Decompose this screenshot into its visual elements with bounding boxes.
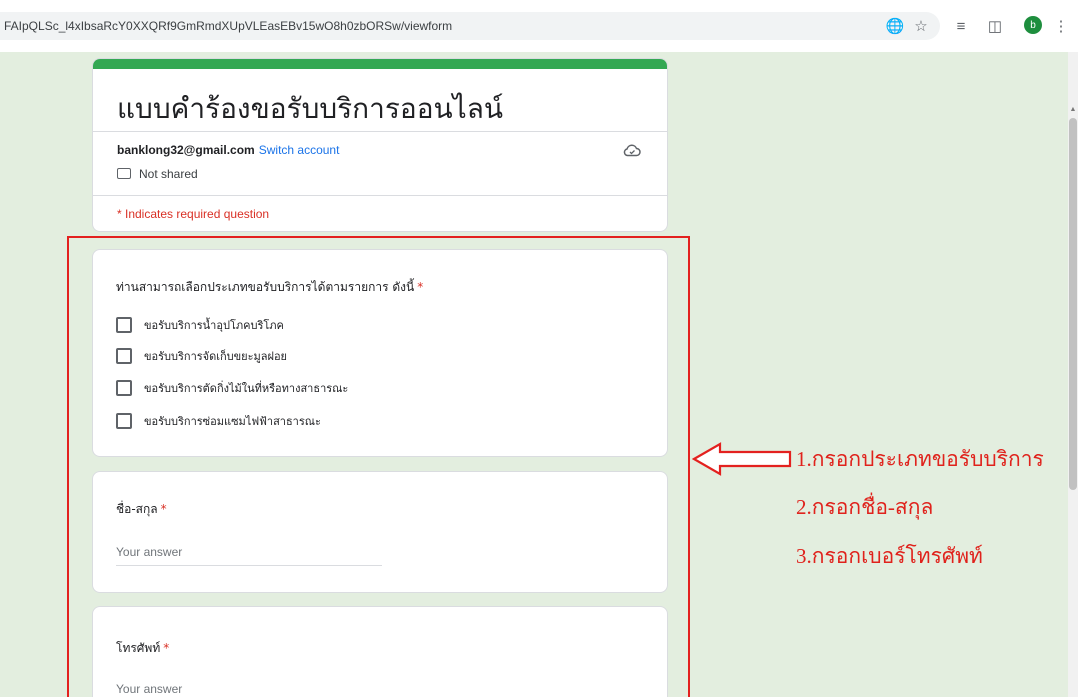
annotation-step-2: 2.กรอกชื่อ-สกุล	[796, 495, 934, 519]
header-divider	[93, 131, 667, 132]
cloud-saved-icon	[623, 143, 641, 162]
account-info: banklong32@gmail.com Switch account	[117, 143, 339, 157]
annotation-arrow-icon	[692, 442, 792, 476]
page-scrollbar[interactable]: ▲	[1068, 52, 1078, 697]
address-bar[interactable]: FAIpQLSc_l4xIbsaRcY0XXQRf9GmRmdXUpVLEasE…	[0, 12, 940, 40]
form-header-card: แบบคำร้องขอรับบริการออนไลน์ banklong32@g…	[92, 58, 668, 232]
url-text: FAIpQLSc_l4xIbsaRcY0XXQRf9GmRmdXUpVLEasE…	[4, 19, 453, 33]
annotation-step-1: 1.กรอกประเภทขอรับบริการ	[796, 447, 1044, 471]
scroll-up-arrow-icon[interactable]: ▲	[1069, 106, 1077, 114]
annotation-step-3: 3.กรอกเบอร์โทรศัพท์	[796, 544, 983, 568]
menu-kebab-icon[interactable]: ⋮	[1050, 15, 1072, 37]
not-shared-text: Not shared	[139, 167, 198, 181]
bookmark-star-icon[interactable]: ☆	[910, 15, 932, 37]
account-email: banklong32@gmail.com	[117, 143, 255, 157]
scrollbar-thumb[interactable]	[1069, 118, 1077, 490]
reading-list-icon[interactable]: ≡	[950, 15, 972, 37]
account-divider	[93, 195, 667, 196]
translate-icon[interactable]: 🌐	[884, 15, 906, 37]
header-accent-stripe	[93, 59, 667, 69]
profile-avatar[interactable]: b	[1024, 16, 1042, 34]
required-note: * Indicates required question	[117, 207, 270, 221]
switch-account-link[interactable]: Switch account	[259, 143, 340, 157]
form-title: แบบคำร้องขอรับบริการออนไลน์	[117, 92, 504, 125]
side-panel-icon[interactable]: ◫	[984, 15, 1006, 37]
not-shared-icon	[117, 168, 131, 179]
annotation-highlight-box	[67, 236, 690, 697]
browser-toolbar: FAIpQLSc_l4xIbsaRcY0XXQRf9GmRmdXUpVLEasE…	[0, 0, 1078, 52]
